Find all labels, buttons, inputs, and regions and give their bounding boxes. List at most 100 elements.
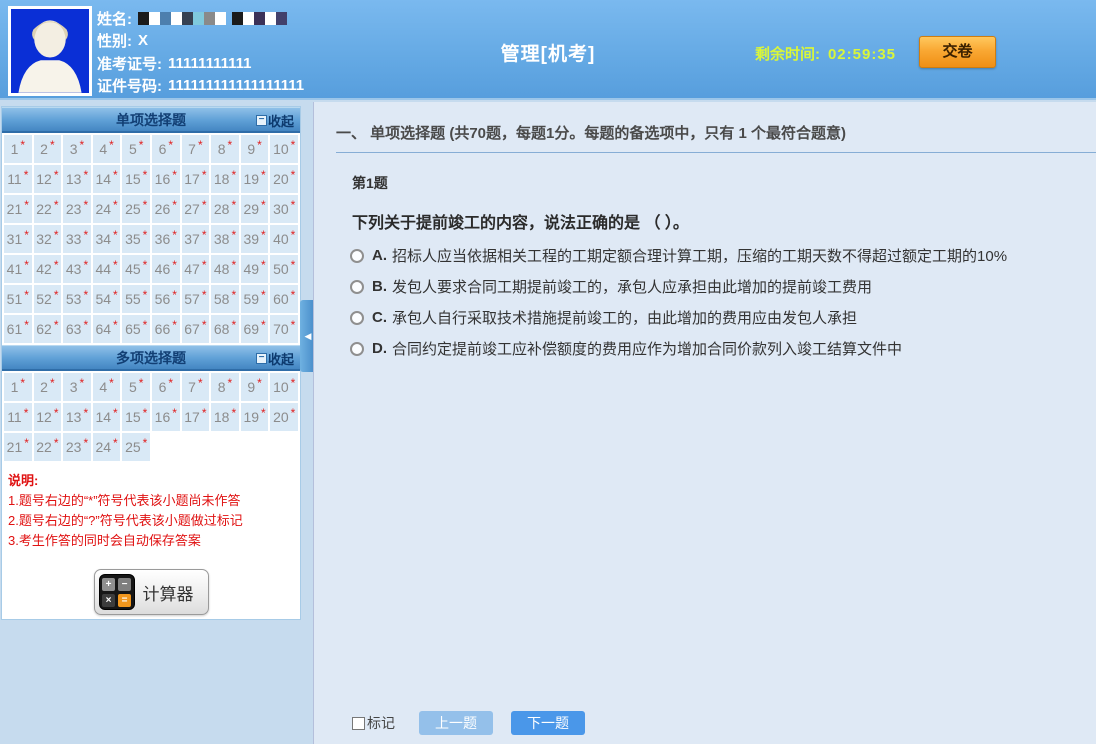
question-cell-1[interactable]: 1*: [4, 373, 32, 401]
question-cell-58[interactable]: 58*: [211, 285, 239, 313]
previous-question-button[interactable]: 上一题: [419, 711, 493, 735]
question-cell-42[interactable]: 42*: [34, 255, 62, 283]
question-cell-15[interactable]: 15*: [122, 165, 150, 193]
question-cell-29[interactable]: 29*: [241, 195, 269, 223]
question-cell-41[interactable]: 41*: [4, 255, 32, 283]
question-cell-36[interactable]: 36*: [152, 225, 180, 253]
question-cell-23[interactable]: 23*: [63, 195, 91, 223]
question-cell-51[interactable]: 51*: [4, 285, 32, 313]
question-cell-57[interactable]: 57*: [182, 285, 210, 313]
question-cell-35[interactable]: 35*: [122, 225, 150, 253]
question-cell-10[interactable]: 10*: [270, 373, 298, 401]
question-cell-30[interactable]: 30*: [270, 195, 298, 223]
question-cell-64[interactable]: 64*: [93, 315, 121, 343]
question-cell-50[interactable]: 50*: [270, 255, 298, 283]
question-cell-22[interactable]: 22*: [34, 433, 62, 461]
question-cell-12[interactable]: 12*: [34, 165, 62, 193]
question-cell-47[interactable]: 47*: [182, 255, 210, 283]
question-cell-46[interactable]: 46*: [152, 255, 180, 283]
question-cell-52[interactable]: 52*: [34, 285, 62, 313]
question-cell-60[interactable]: 60*: [270, 285, 298, 313]
radio-button-icon[interactable]: [350, 342, 364, 356]
question-cell-9[interactable]: 9*: [241, 135, 269, 163]
option-C[interactable]: C.承包人自行采取技术措施提前竣工的，由此增加的费用应由发包人承担: [350, 309, 1096, 329]
question-cell-3[interactable]: 3*: [63, 135, 91, 163]
question-cell-27[interactable]: 27*: [182, 195, 210, 223]
question-cell-21[interactable]: 21*: [4, 433, 32, 461]
question-cell-11[interactable]: 11*: [4, 403, 32, 431]
question-cell-7[interactable]: 7*: [182, 135, 210, 163]
question-cell-16[interactable]: 16*: [152, 165, 180, 193]
question-cell-20[interactable]: 20*: [270, 403, 298, 431]
radio-button-icon[interactable]: [350, 249, 364, 263]
question-cell-17[interactable]: 17*: [182, 165, 210, 193]
question-cell-43[interactable]: 43*: [63, 255, 91, 283]
question-cell-12[interactable]: 12*: [34, 403, 62, 431]
question-cell-61[interactable]: 61*: [4, 315, 32, 343]
single-choice-collapse-button[interactable]: − 收起: [256, 108, 294, 132]
question-cell-53[interactable]: 53*: [63, 285, 91, 313]
question-cell-32[interactable]: 32*: [34, 225, 62, 253]
radio-button-icon[interactable]: [350, 280, 364, 294]
question-cell-5[interactable]: 5*: [122, 135, 150, 163]
question-cell-44[interactable]: 44*: [93, 255, 121, 283]
question-cell-2[interactable]: 2*: [34, 373, 62, 401]
question-cell-38[interactable]: 38*: [211, 225, 239, 253]
question-cell-18[interactable]: 18*: [211, 403, 239, 431]
question-cell-69[interactable]: 69*: [241, 315, 269, 343]
question-cell-8[interactable]: 8*: [211, 373, 239, 401]
question-cell-4[interactable]: 4*: [93, 135, 121, 163]
question-cell-31[interactable]: 31*: [4, 225, 32, 253]
question-cell-68[interactable]: 68*: [211, 315, 239, 343]
question-cell-16[interactable]: 16*: [152, 403, 180, 431]
question-cell-25[interactable]: 25*: [122, 195, 150, 223]
question-cell-24[interactable]: 24*: [93, 195, 121, 223]
multi-choice-collapse-button[interactable]: − 收起: [256, 346, 294, 370]
question-cell-7[interactable]: 7*: [182, 373, 210, 401]
question-cell-2[interactable]: 2*: [34, 135, 62, 163]
question-cell-54[interactable]: 54*: [93, 285, 121, 313]
question-cell-48[interactable]: 48*: [211, 255, 239, 283]
question-cell-18[interactable]: 18*: [211, 165, 239, 193]
question-cell-5[interactable]: 5*: [122, 373, 150, 401]
question-cell-1[interactable]: 1*: [4, 135, 32, 163]
question-cell-13[interactable]: 13*: [63, 165, 91, 193]
question-cell-28[interactable]: 28*: [211, 195, 239, 223]
option-B[interactable]: B.发包人要求合同工期提前竣工的，承包人应承担由此增加的提前竣工费用: [350, 278, 1096, 298]
option-D[interactable]: D.合同约定提前竣工应补偿额度的费用应作为增加合同价款列入竣工结算文件中: [350, 340, 1096, 360]
question-cell-66[interactable]: 66*: [152, 315, 180, 343]
question-cell-63[interactable]: 63*: [63, 315, 91, 343]
question-cell-14[interactable]: 14*: [93, 403, 121, 431]
question-cell-19[interactable]: 19*: [241, 165, 269, 193]
question-cell-4[interactable]: 4*: [93, 373, 121, 401]
question-cell-3[interactable]: 3*: [63, 373, 91, 401]
next-question-button[interactable]: 下一题: [511, 711, 585, 735]
calculator-button[interactable]: + − × = 计算器: [94, 569, 209, 615]
question-cell-33[interactable]: 33*: [63, 225, 91, 253]
question-cell-23[interactable]: 23*: [63, 433, 91, 461]
question-cell-19[interactable]: 19*: [241, 403, 269, 431]
radio-button-icon[interactable]: [350, 311, 364, 325]
question-cell-45[interactable]: 45*: [122, 255, 150, 283]
question-cell-22[interactable]: 22*: [34, 195, 62, 223]
question-cell-37[interactable]: 37*: [182, 225, 210, 253]
question-cell-17[interactable]: 17*: [182, 403, 210, 431]
question-cell-39[interactable]: 39*: [241, 225, 269, 253]
question-cell-67[interactable]: 67*: [182, 315, 210, 343]
question-cell-40[interactable]: 40*: [270, 225, 298, 253]
question-cell-11[interactable]: 11*: [4, 165, 32, 193]
question-cell-62[interactable]: 62*: [34, 315, 62, 343]
question-cell-49[interactable]: 49*: [241, 255, 269, 283]
mark-checkbox[interactable]: [352, 717, 365, 730]
question-cell-24[interactable]: 24*: [93, 433, 121, 461]
question-cell-25[interactable]: 25*: [122, 433, 150, 461]
submit-paper-button[interactable]: 交卷: [919, 36, 996, 68]
question-cell-13[interactable]: 13*: [63, 403, 91, 431]
question-cell-10[interactable]: 10*: [270, 135, 298, 163]
question-cell-34[interactable]: 34*: [93, 225, 121, 253]
question-cell-15[interactable]: 15*: [122, 403, 150, 431]
question-cell-6[interactable]: 6*: [152, 135, 180, 163]
question-cell-8[interactable]: 8*: [211, 135, 239, 163]
question-cell-20[interactable]: 20*: [270, 165, 298, 193]
question-cell-56[interactable]: 56*: [152, 285, 180, 313]
